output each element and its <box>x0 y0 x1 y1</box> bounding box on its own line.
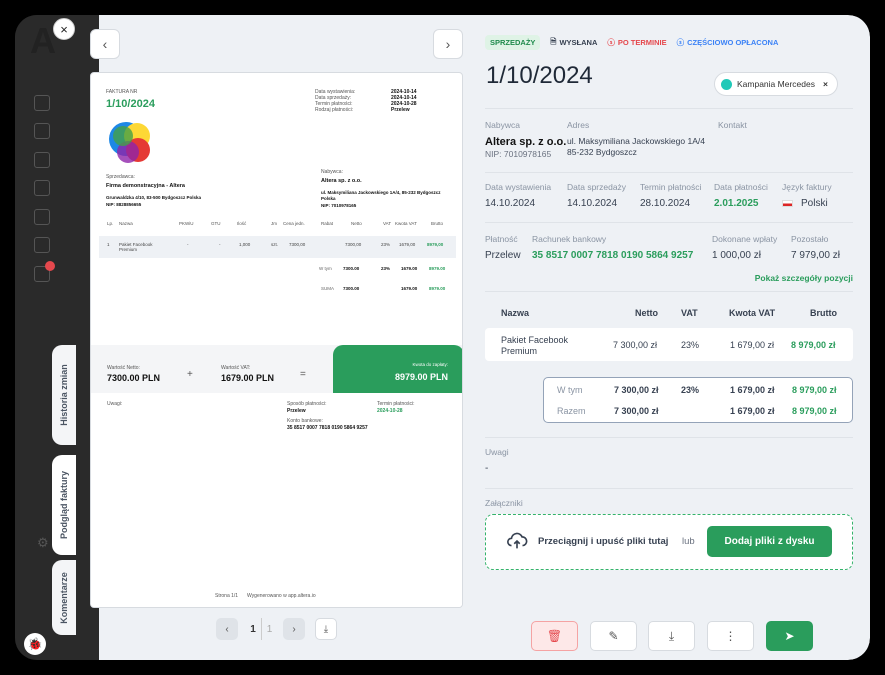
total-pages: 1 <box>261 618 277 640</box>
tag-overdue: ⓢ PO TERMINIE <box>607 38 667 47</box>
invoice-preview: FAKTURA NR 1/10/2024 Data wystawienia: D… <box>90 72 463 608</box>
issue-date: 14.10.2024 <box>485 198 536 209</box>
payment-date: 2.01.2025 <box>714 198 759 209</box>
preview-total-due: Kwota do zapłaty: 8979.00 PLN <box>333 345 462 393</box>
tab-history[interactable]: Historia zmian <box>52 345 76 445</box>
notes-value: - <box>485 463 489 474</box>
paid-amount: 1 000,00 zł <box>712 250 761 261</box>
overdue-icon: ⓢ <box>607 38 615 47</box>
send-button[interactable]: ➤ <box>766 621 813 651</box>
delete-button[interactable]: 🗑 <box>531 621 578 651</box>
document-icon[interactable] <box>34 180 50 196</box>
poland-flag-icon <box>782 199 793 207</box>
payment-method: Przelew <box>485 250 521 261</box>
preview-date-values: 2024-10-14 2024-10-14 2024-10-28 Przelew <box>391 89 417 113</box>
download-preview-button[interactable]: ⤓ <box>315 618 337 640</box>
wallet-icon[interactable] <box>34 152 50 168</box>
bug-report-icon[interactable]: 🐞 <box>24 633 46 655</box>
tab-comments[interactable]: Komentarze <box>52 560 76 635</box>
invoice-language: Polski <box>782 198 828 209</box>
coin-icon: ⓢ <box>676 38 685 47</box>
status-tags: SPRZEDAŻY 🗎 WYSŁANA ⓢ PO TERMINIE ⓢ CZĘŚCIO… <box>485 35 778 50</box>
invoice-details: SPRZEDAŻY 🗎 WYSŁANA ⓢ PO TERMINIE ⓢ CZĘŚCIO… <box>485 15 855 660</box>
sale-date: 14.10.2024 <box>567 198 618 209</box>
tag-sent: 🗎 WYSŁANA <box>550 37 598 47</box>
preview-table-row: 1 Pakiet Facebook Premium - - 1,000 szt.… <box>99 236 456 258</box>
more-options-button[interactable]: ⋮ <box>707 621 754 651</box>
next-invoice-button[interactable]: › <box>433 29 463 59</box>
prev-page-button[interactable]: ‹ <box>216 618 238 640</box>
preview-dates: Data wystawienia: Data sprzedaży: Termin… <box>315 89 356 113</box>
invoice-number: 1/10/2024 <box>486 62 593 89</box>
totals-box: W tym 7 300,00 zł 23% 1 679,00 zł 8 979,… <box>543 377 853 423</box>
notification-badge <box>45 261 55 271</box>
preview-footer-area <box>91 393 462 607</box>
campaign-chip[interactable]: Kampania Mercedes × <box>714 72 838 96</box>
remaining-amount: 7 979,00 zł <box>791 250 840 261</box>
close-modal-button[interactable]: × <box>53 18 75 40</box>
add-files-button[interactable]: Dodaj pliki z dysku <box>707 526 832 557</box>
app-window: A ⚙ 🐞 × Historia zmian Podgląd faktury K… <box>15 15 870 660</box>
buyer-name: Altera sp. z o.o. <box>485 136 567 148</box>
invoice-modal: Historia zmian Podgląd faktury Komentarz… <box>52 15 870 660</box>
show-details-link[interactable]: Pokaż szczegóły pozycji <box>755 273 853 283</box>
bank-account: 35 8517 0007 7818 0190 5864 9257 <box>532 250 694 261</box>
download-button[interactable]: ⤓ <box>648 621 695 651</box>
invoices-icon[interactable] <box>34 95 50 111</box>
company-logo <box>109 122 150 163</box>
chart-icon[interactable] <box>34 237 50 253</box>
due-date: 28.10.2024 <box>640 198 691 209</box>
tab-invoice-preview[interactable]: Podgląd faktury <box>52 455 76 555</box>
current-page: 1 <box>250 623 256 635</box>
gear-icon[interactable]: ⚙ <box>37 535 49 551</box>
remove-campaign-icon[interactable]: × <box>823 79 828 89</box>
tag-partially-paid: ⓢ CZĘŚCIOWO OPŁACONA <box>676 38 779 47</box>
users-icon[interactable] <box>34 209 50 225</box>
preview-buyer-name: Altera sp. z o.o. <box>321 178 362 184</box>
next-page-button[interactable]: › <box>283 618 305 640</box>
preview-seller-name: Firma demonstracyjna - Altera <box>106 183 185 189</box>
cloud-upload-icon <box>507 532 528 549</box>
cart-icon[interactable] <box>34 123 50 139</box>
prev-invoice-button[interactable]: ‹ <box>90 29 120 59</box>
divider <box>485 108 853 109</box>
tag-sales: SPRZEDAŻY <box>485 35 541 50</box>
preview-number: 1/10/2024 <box>106 98 155 110</box>
attachments-dropzone[interactable]: Przeciągnij i upuść pliki tutaj lub Doda… <box>485 514 853 570</box>
item-row[interactable]: Pakiet Facebook Premium 7 300,00 zł 23% … <box>485 328 853 361</box>
campaign-color-dot <box>721 78 732 90</box>
edit-button[interactable]: ✎ <box>590 621 637 651</box>
sent-icon: 🗎 <box>550 37 557 46</box>
